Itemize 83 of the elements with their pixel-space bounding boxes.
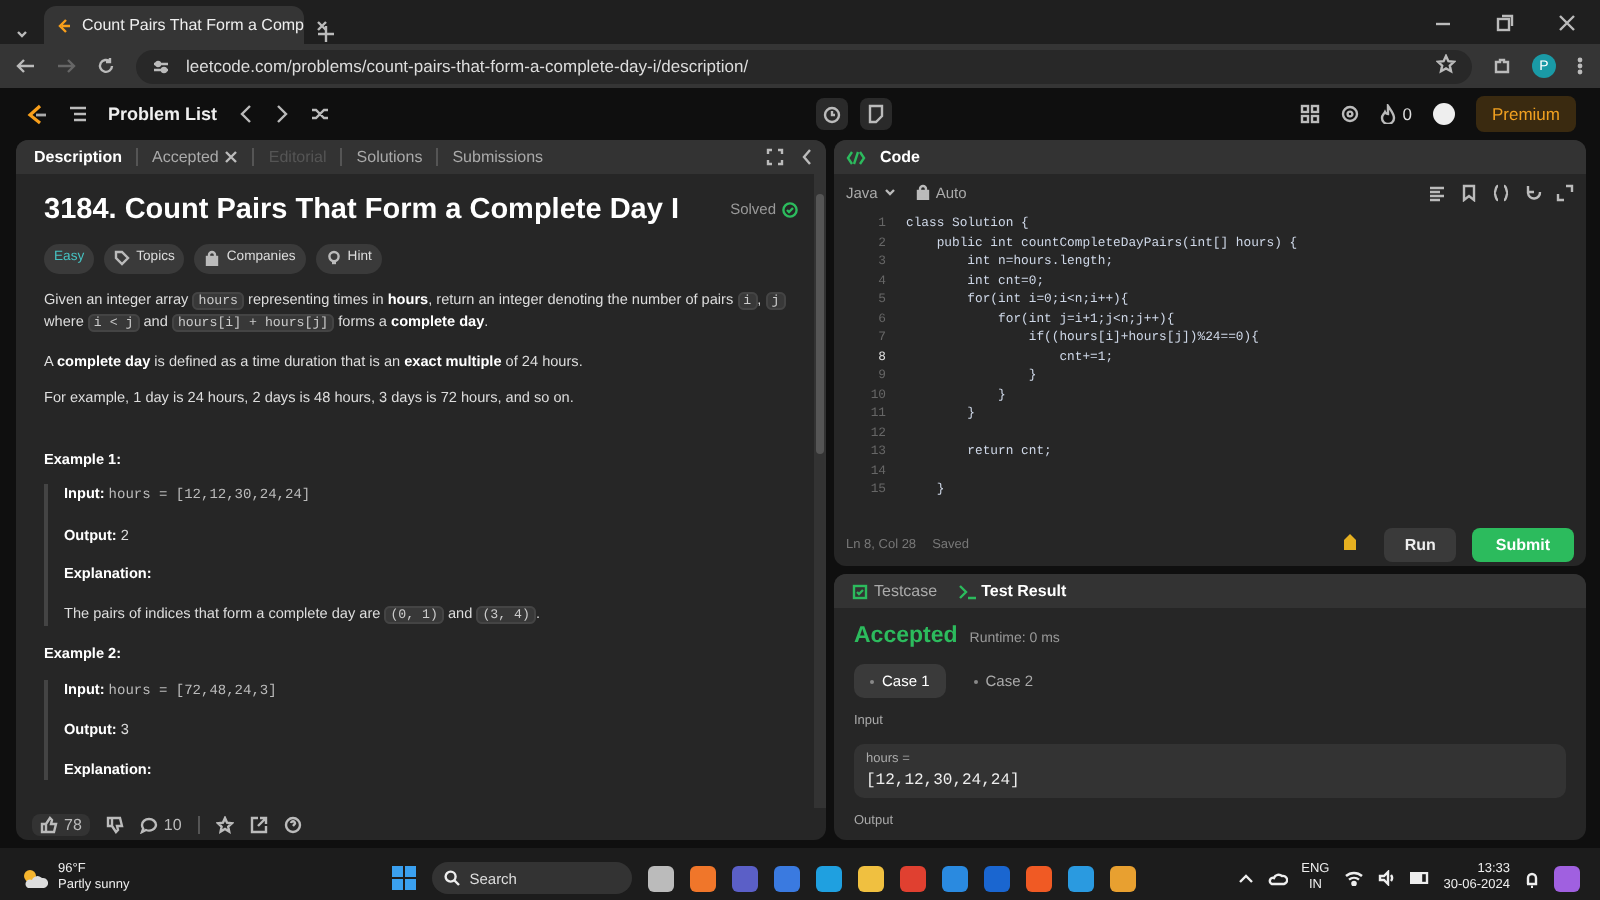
reset-icon[interactable] <box>1524 183 1542 201</box>
variable-value: [12,12,30,24,24] <box>866 772 1022 790</box>
chevron-down-icon <box>883 187 896 197</box>
problem-list-link[interactable]: Problem List <box>108 104 218 124</box>
help-icon[interactable] <box>283 815 302 833</box>
problem-title: 3184. Count Pairs That Form a Complete Day I <box>44 192 679 228</box>
chevron-up-icon[interactable] <box>1237 872 1254 884</box>
restore-icon[interactable] <box>1496 13 1514 31</box>
format-icon[interactable] <box>1428 183 1446 201</box>
app-icon[interactable] <box>773 865 800 891</box>
premium-button[interactable]: Premium <box>1475 96 1576 132</box>
thumbs-up-icon <box>40 815 58 833</box>
weather-icon <box>20 866 48 890</box>
collapse-icon[interactable] <box>800 148 814 166</box>
panel-tab[interactable]: Solutions <box>350 148 429 166</box>
lock-icon <box>915 184 930 200</box>
bookmark-icon[interactable] <box>1460 183 1478 201</box>
panel-tab[interactable]: Submissions <box>446 148 550 166</box>
leetcode-logo-icon[interactable] <box>24 102 48 126</box>
notes-button[interactable] <box>860 98 893 130</box>
previous-icon[interactable] <box>237 104 254 124</box>
streak-count: 0 <box>1402 104 1412 124</box>
app-icon[interactable] <box>815 865 842 891</box>
menu-icon[interactable] <box>1576 56 1584 76</box>
close-icon[interactable] <box>314 17 331 33</box>
lightbulb-icon <box>325 250 342 267</box>
panel-tab[interactable]: Accepted <box>146 148 245 166</box>
check-circle-icon <box>782 202 798 218</box>
settings-icon[interactable] <box>1340 104 1361 124</box>
battery-icon[interactable] <box>1409 872 1430 884</box>
app-icon[interactable] <box>647 865 674 891</box>
panel-tab[interactable]: Testcase <box>846 582 944 600</box>
shuffle-icon[interactable] <box>309 104 330 124</box>
user-avatar-icon[interactable] <box>1431 102 1456 126</box>
checkbox-icon <box>852 583 868 599</box>
search-icon <box>443 870 460 886</box>
like-button[interactable]: 78 <box>32 813 90 835</box>
expand-icon[interactable] <box>766 148 784 166</box>
app-icon[interactable] <box>857 865 884 891</box>
start-icon[interactable] <box>391 866 416 890</box>
tag-icon <box>114 250 131 267</box>
close-icon[interactable] <box>1558 13 1576 31</box>
star-icon[interactable] <box>1436 54 1456 74</box>
bell-icon[interactable] <box>1524 869 1540 887</box>
thumbs-down-icon[interactable] <box>105 815 124 833</box>
app-icon[interactable] <box>1109 865 1136 891</box>
star-icon[interactable] <box>215 815 234 833</box>
timer-button[interactable] <box>816 98 849 130</box>
lock-icon <box>204 250 221 267</box>
panel-tab[interactable]: Description <box>28 148 129 166</box>
terminal-icon <box>957 583 976 599</box>
wifi-icon[interactable] <box>1343 870 1364 886</box>
site-logo-icon <box>56 17 72 33</box>
note-icon <box>866 104 887 124</box>
comments-button[interactable]: 10 <box>139 815 182 833</box>
site-settings-icon <box>152 57 170 75</box>
code-title: Code <box>878 148 922 166</box>
close-icon[interactable] <box>224 150 239 164</box>
speaker-icon[interactable] <box>1377 870 1396 886</box>
share-icon[interactable] <box>249 815 268 833</box>
cloud-icon[interactable] <box>1267 870 1288 886</box>
back-icon[interactable] <box>16 56 36 76</box>
next-icon[interactable] <box>273 104 290 124</box>
app-icon[interactable] <box>1554 865 1580 891</box>
reload-icon[interactable] <box>96 56 116 76</box>
verdict-text: Accepted <box>854 624 958 648</box>
comment-icon <box>139 815 158 833</box>
expand-icon[interactable] <box>1556 183 1574 201</box>
app-icon[interactable] <box>1025 865 1052 891</box>
grid-icon[interactable] <box>1300 104 1321 124</box>
run-button[interactable]: Run <box>1384 527 1456 561</box>
new-tab-icon[interactable] <box>316 24 336 44</box>
extensions-icon[interactable] <box>1492 56 1512 76</box>
list-icon[interactable] <box>68 104 88 124</box>
panel-tab[interactable]: Test Result <box>951 582 1073 600</box>
app-icon[interactable] <box>941 865 968 891</box>
braces-icon[interactable] <box>1492 183 1510 201</box>
alarm-clock-icon <box>822 104 843 124</box>
app-icon[interactable] <box>1067 865 1094 891</box>
code-icon <box>846 149 866 165</box>
address-bar[interactable]: leetcode.com/problems/count-pairs-that-form-a-complete-day-i/description/ <box>136 49 1472 83</box>
flame-icon <box>1380 104 1397 124</box>
app-icon[interactable] <box>689 865 716 891</box>
